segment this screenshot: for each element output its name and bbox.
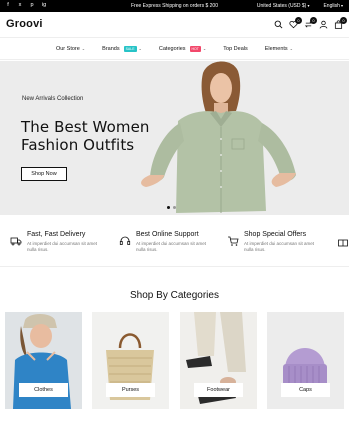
shop-now-button[interactable]: Shop Now [21, 167, 67, 181]
nav-item-label: Elements [264, 45, 288, 52]
account-user-icon[interactable] [319, 20, 328, 29]
nav-item-label: Categories [158, 45, 186, 52]
cart-count-badge: 0 [340, 17, 347, 24]
carousel-dot-1[interactable] [167, 206, 170, 209]
top-announcement-bar: f x p ig Free Express Shipping on orders… [0, 0, 349, 12]
feature-fast-delivery: Fast, Fast Delivery At imperdiet dui acc… [10, 231, 103, 253]
cart-bag-icon[interactable]: 0 [334, 17, 347, 29]
feature-special-offers: Shop Special Offers At imperdiet dui acc… [227, 231, 320, 253]
hero-title: The Best Women Fashion Outfits [21, 118, 150, 154]
feature-next-partial [337, 231, 349, 247]
site-logo[interactable]: Groovi [6, 18, 43, 30]
compare-icon[interactable]: 0 [304, 17, 317, 29]
sale-tag-badge: SALE [123, 45, 137, 52]
currency-selector[interactable]: United States (USD $) [257, 3, 310, 9]
category-card-purses[interactable]: Purses [92, 312, 169, 409]
feature-description: At imperdiet dui accumsan sit amet nulla… [244, 241, 315, 252]
category-label[interactable]: Footwear [194, 383, 243, 397]
nav-item-brands[interactable]: Brands SALE ⌄ [102, 45, 142, 52]
chevron-down-icon: ⌄ [81, 46, 86, 51]
hero-banner: New Arrivals Collection The Best Women F… [0, 61, 349, 215]
nav-item-categories[interactable]: Categories HOT ⌄ [158, 45, 207, 52]
chevron-down-icon: ⌄ [202, 46, 207, 51]
carousel-dot-2[interactable] [173, 206, 176, 209]
shopping-cart-icon [227, 235, 239, 247]
nav-item-elements[interactable]: Elements ⌄ [265, 46, 293, 52]
main-navigation: Our Store ⌄ Brands SALE ⌄ Categories HOT… [0, 38, 349, 60]
nav-item-top-deals[interactable]: Top Deals [223, 46, 247, 52]
chevron-down-icon: ⌄ [138, 46, 142, 51]
category-label[interactable]: Caps [281, 383, 330, 397]
feature-online-support: Best Online Support At imperdiet dui acc… [119, 231, 212, 253]
feature-title: Best Online Support [136, 231, 199, 238]
hero-title-line-1: The Best Women [21, 118, 150, 136]
features-strip: Fast, Fast Delivery At imperdiet dui acc… [0, 223, 349, 267]
nav-item-our-store[interactable]: Our Store ⌄ [56, 46, 85, 52]
carousel-pagination [167, 206, 176, 209]
category-card-clothes[interactable]: Clothes [5, 312, 82, 409]
feature-title: Fast, Fast Delivery [27, 231, 86, 238]
categories-section-title: Shop By Categories [130, 290, 219, 301]
hero-subtitle: New Arrivals Collection [22, 96, 84, 102]
hero-title-line-2: Fashion Outfits [21, 136, 135, 154]
nav-item-label: Top Deals [223, 45, 248, 52]
support-headset-icon [119, 235, 131, 247]
wishlist-count-badge: 0 [295, 17, 302, 24]
search-icon[interactable] [274, 20, 283, 29]
feature-description: At imperdiet dui accumsan sit amet nulla… [136, 241, 207, 252]
language-selector[interactable]: English [323, 3, 343, 9]
category-card-footwear[interactable]: Footwear [180, 312, 257, 409]
category-label[interactable]: Purses [106, 383, 155, 397]
chevron-down-icon: ⌄ [289, 46, 294, 51]
category-label[interactable]: Clothes [19, 383, 68, 397]
gift-icon [337, 235, 349, 247]
category-card-caps[interactable]: Caps [267, 312, 344, 409]
feature-title: Shop Special Offers [244, 231, 307, 238]
site-header: Groovi 0 0 0 [0, 12, 349, 38]
wishlist-heart-icon[interactable]: 0 [289, 17, 302, 29]
feature-description: At imperdiet dui accumsan sit amet nulla… [27, 241, 98, 252]
delivery-truck-icon [10, 235, 22, 247]
nav-item-label: Our Store [55, 45, 80, 52]
compare-count-badge: 0 [310, 17, 317, 24]
hot-tag-badge: HOT [189, 45, 201, 52]
nav-item-label: Brands [102, 45, 120, 52]
